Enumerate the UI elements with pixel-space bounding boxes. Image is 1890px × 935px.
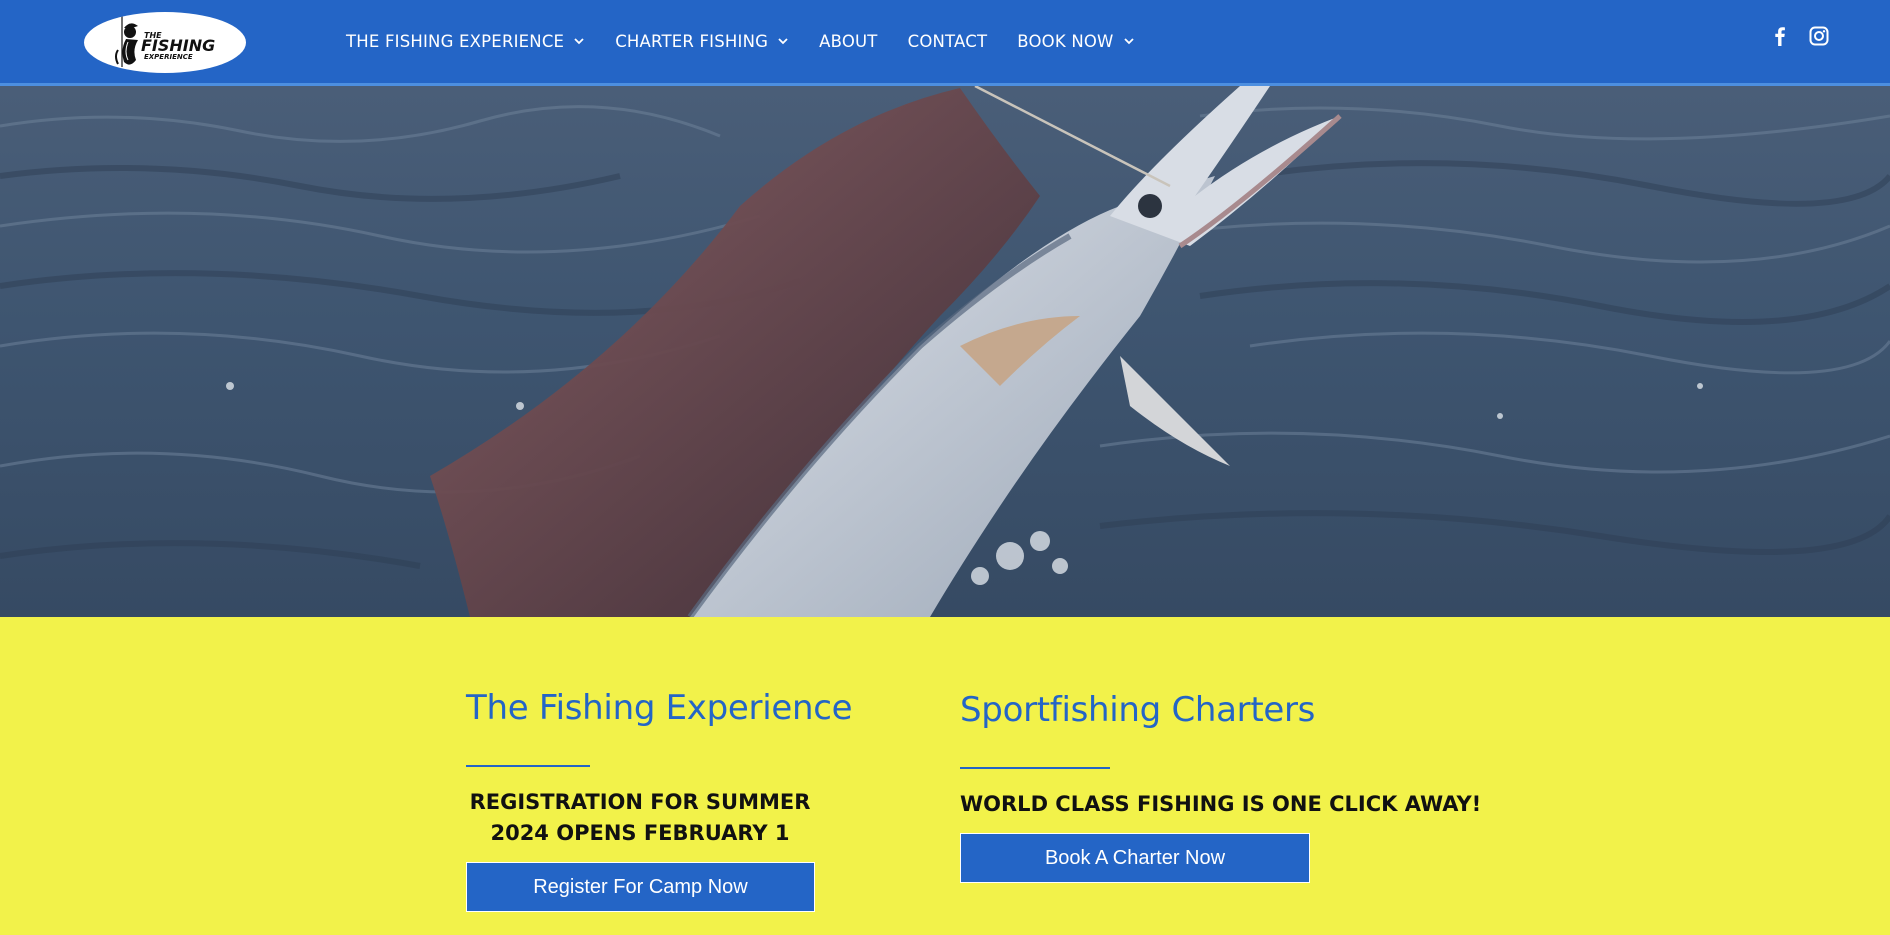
sportfishing-charters-title: Sportfishing Charters — [960, 690, 1316, 730]
charter-tagline: WORLD CLASS FISHING IS ONE CLICK AWAY! — [960, 792, 1482, 816]
nav-item-label: CONTACT — [907, 31, 988, 51]
nav-item-label: BOOK NOW — [1017, 31, 1114, 51]
svg-text:EXPERIENCE: EXPERIENCE — [144, 53, 193, 61]
facebook-icon[interactable] — [1769, 24, 1791, 48]
book-a-charter-button[interactable]: Book A Charter Now — [960, 833, 1310, 883]
registration-notice-line1: REGISTRATION FOR SUMMER — [469, 790, 811, 814]
hero-image — [0, 86, 1890, 617]
instagram-icon[interactable] — [1808, 24, 1830, 48]
title-divider — [466, 765, 590, 767]
logo-fisherman-icon: THE FISHING EXPERIENCE — [115, 14, 215, 67]
nav-item-label: CHARTER FISHING — [615, 31, 769, 51]
nav-item-label: THE FISHING EXPERIENCE — [346, 31, 565, 51]
chevron-down-icon — [1123, 38, 1134, 45]
registration-notice: REGISTRATION FOR SUMMER 2024 OPENS FEBRU… — [466, 787, 814, 849]
chevron-down-icon — [574, 38, 584, 45]
title-divider — [960, 767, 1110, 769]
sailfish-image — [0, 86, 1890, 617]
nav-item-book-now[interactable]: BOOK NOW — [1017, 32, 1134, 51]
nav-item-label: ABOUT — [819, 31, 878, 51]
main-nav: THE FISHING EXPERIENCE CHARTER FISHING A… — [346, 28, 1165, 54]
nav-item-contact[interactable]: CONTACT — [908, 32, 988, 51]
nav-item-the-fishing-experience[interactable]: THE FISHING EXPERIENCE — [346, 32, 585, 51]
register-for-camp-button[interactable]: Register For Camp Now — [466, 862, 815, 912]
registration-notice-line2: 2024 OPENS FEBRUARY 1 — [490, 821, 790, 845]
fishing-experience-title: The Fishing Experience — [466, 688, 853, 728]
site-header: THE FISHING EXPERIENCE THE FISHING EXPER… — [0, 0, 1890, 86]
site-logo[interactable]: THE FISHING EXPERIENCE — [84, 12, 246, 73]
nav-item-about[interactable]: ABOUT — [819, 32, 877, 51]
promo-section: The Fishing Experience REGISTRATION FOR … — [0, 617, 1890, 935]
chevron-down-icon — [778, 38, 788, 45]
nav-item-charter-fishing[interactable]: CHARTER FISHING — [615, 32, 789, 51]
